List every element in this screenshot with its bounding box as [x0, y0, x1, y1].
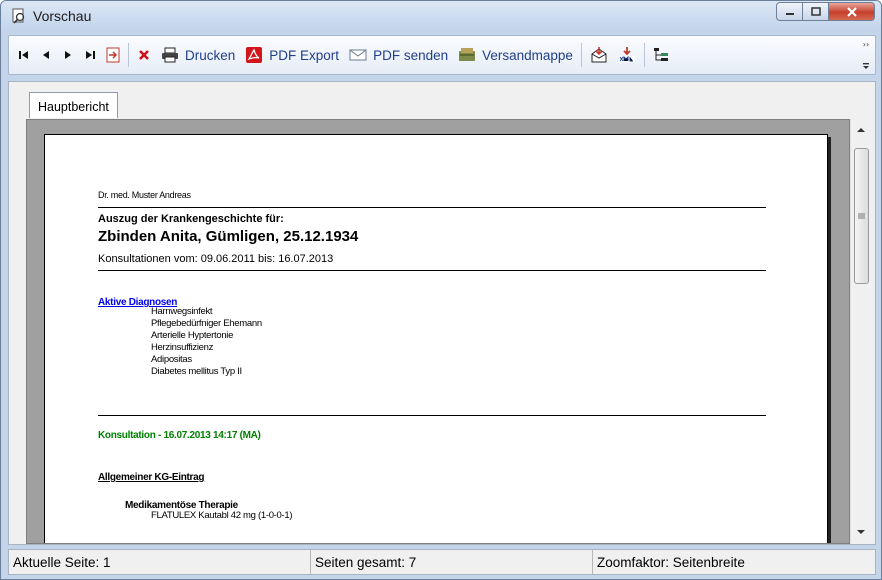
diagnosis-item: Adipositas: [151, 354, 192, 365]
pdf-send-button[interactable]: PDF senden: [344, 42, 453, 68]
diagnosis-item: Herzinsuffizienz: [151, 342, 214, 353]
print-button[interactable]: Drucken: [156, 42, 240, 68]
dropdown-arrow-icon: [863, 63, 869, 69]
previous-page-button[interactable]: [35, 42, 57, 68]
pdf-export-button[interactable]: PDF Export: [240, 42, 344, 68]
last-page-button[interactable]: [79, 42, 101, 68]
scroll-thumb[interactable]: [854, 148, 869, 284]
close-icon: [846, 6, 857, 17]
preview-area: Dr. med. Muster Andreas Auszug der Krank…: [8, 118, 876, 545]
minimize-icon: [785, 12, 794, 15]
consultations-range: Konsultationen vom: 09.06.2011 bis: 16.0…: [98, 253, 334, 265]
mail-export-button[interactable]: [585, 42, 613, 68]
diagnosis-item: Arterielle Hyptertonie: [151, 330, 234, 341]
preview-icon: [12, 8, 25, 24]
outline-tree-button[interactable]: [648, 42, 674, 68]
minimize-button[interactable]: [776, 2, 803, 21]
window-controls: [776, 2, 875, 21]
mailing-folder-button[interactable]: Versandmappe: [453, 42, 578, 68]
xml-export-icon: [618, 47, 635, 62]
title-bar: Vorschau: [1, 1, 881, 31]
diagnosis-item: Diabetes mellitus Typ II: [151, 366, 242, 377]
close-preview-button[interactable]: [132, 42, 156, 68]
maximize-button[interactable]: [803, 2, 829, 21]
delete-x-icon: [139, 50, 149, 60]
last-page-icon: [86, 51, 95, 59]
toolbar-separator: [643, 43, 645, 67]
divider: [98, 415, 766, 416]
toolbar: Drucken PDF Export PDF senden Versandmap…: [8, 35, 876, 75]
scroll-up-arrow-icon: [857, 127, 865, 132]
current-page-status: Aktuelle Seite: 1: [9, 550, 311, 574]
toolbar-separator: [580, 43, 582, 67]
next-page-icon: [65, 51, 71, 59]
preview-window: Vorschau Drucken PDF Export PDF senden V…: [0, 0, 882, 580]
tree-view-icon: [653, 48, 668, 61]
xml-export-button[interactable]: [613, 42, 641, 68]
report-page: Dr. med. Muster Andreas Auszug der Krank…: [44, 134, 828, 543]
consultation-heading: Konsultation - 16.07.2013 14:17 (MA): [98, 430, 261, 441]
first-page-icon: [19, 51, 28, 59]
tab-strip: Hauptbericht: [8, 81, 876, 120]
grip-icon: [858, 213, 865, 219]
diagnosis-item: Pflegebedürfniger Ehemann: [151, 318, 262, 329]
envelope-icon: [349, 49, 367, 61]
next-page-button[interactable]: [57, 42, 79, 68]
status-bar: Aktuelle Seite: 1 Seiten gesamt: 7 Zoomf…: [8, 549, 876, 575]
doctor-name: Dr. med. Muster Andreas: [98, 190, 191, 200]
maximize-icon: [810, 6, 821, 16]
folder-stack-icon: [459, 48, 476, 61]
toolbar-separator: [128, 43, 129, 67]
goto-page-button[interactable]: [101, 42, 125, 68]
divider: [98, 270, 766, 271]
vertical-scrollbar[interactable]: [850, 119, 870, 544]
pdf-export-label: PDF Export: [269, 47, 340, 63]
total-pages-status: Seiten gesamt: 7: [311, 550, 593, 574]
entry-heading: Allgemeiner KG-Eintrag: [98, 472, 205, 483]
divider: [98, 207, 766, 208]
window-title: Vorschau: [33, 8, 92, 24]
patient-name: Zbinden Anita, Gümligen, 25.12.1934: [98, 228, 359, 245]
extract-label: Auszug der Krankengeschichte für:: [98, 213, 284, 225]
scroll-down-button[interactable]: [851, 523, 871, 540]
report-viewport[interactable]: Dr. med. Muster Andreas Auszug der Krank…: [26, 119, 850, 544]
first-page-button[interactable]: [13, 42, 35, 68]
previous-page-icon: [43, 51, 49, 59]
mail-download-icon: [591, 47, 607, 63]
tab-hauptbericht[interactable]: Hauptbericht: [29, 92, 118, 120]
printer-icon: [162, 47, 178, 63]
pdf-icon: [246, 47, 263, 63]
therapy-line: FLATULEX Kautabl 42 mg (1-0-0-1): [151, 510, 293, 521]
toolbar-overflow-button[interactable]: ››: [861, 40, 871, 70]
goto-page-icon: [106, 47, 120, 63]
close-button[interactable]: [829, 2, 875, 21]
mailing-folder-label: Versandmappe: [482, 47, 573, 63]
diagnosis-item: Harnwegsinfekt: [151, 306, 213, 317]
scroll-up-button[interactable]: [851, 121, 871, 138]
print-label: Drucken: [185, 47, 236, 63]
zoom-status: Zoomfaktor: Seitenbreite: [597, 554, 745, 570]
overflow-chevron-icon: ››: [862, 40, 870, 49]
pdf-send-label: PDF senden: [373, 47, 449, 63]
scroll-down-arrow-icon: [857, 529, 865, 534]
